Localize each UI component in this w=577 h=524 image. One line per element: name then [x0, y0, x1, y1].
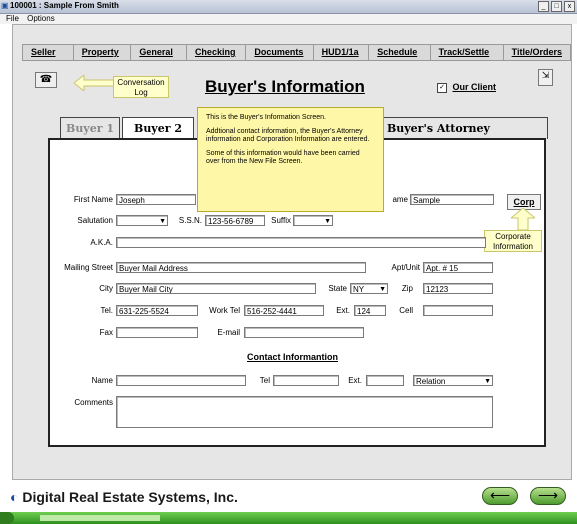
back-button[interactable]: ⟵: [482, 487, 518, 505]
state-label: State: [328, 284, 347, 293]
taskbar-item[interactable]: [40, 515, 160, 521]
minimize-button[interactable]: _: [538, 1, 549, 12]
apt-field[interactable]: Apt. # 15: [423, 262, 493, 273]
menu-options[interactable]: Options: [27, 14, 55, 23]
menu-file[interactable]: File: [6, 14, 19, 23]
callout-arrow-up: [511, 208, 535, 230]
work-tel-label: Work Tel: [209, 306, 240, 315]
last-name-field[interactable]: Sample: [410, 194, 494, 205]
tab-buyer-1[interactable]: Buyer 1: [60, 117, 120, 139]
ext-field[interactable]: 124: [354, 305, 386, 316]
mailing-street-field[interactable]: Buyer Mail Address: [116, 262, 366, 273]
last-name-label: ame: [392, 195, 408, 204]
tab-documents[interactable]: Documents: [246, 45, 314, 60]
email-field[interactable]: [244, 327, 364, 338]
mailing-street-label: Mailing Street: [64, 263, 113, 272]
contact-ext-label: Ext.: [348, 376, 362, 385]
first-name-field[interactable]: Joseph: [116, 194, 196, 205]
ext-label: Ext.: [336, 306, 350, 315]
contact-tel-label: Tel: [259, 376, 270, 385]
conversation-log-callout: Conversation Log: [113, 76, 169, 98]
relation-select[interactable]: Relation: [413, 375, 493, 386]
work-tel-field[interactable]: 516-252-4441: [244, 305, 324, 316]
tel-label: Tel.: [100, 306, 113, 315]
tab-buyers-attorney[interactable]: Buyer's Attorney: [380, 117, 548, 139]
menu-bar: File Options: [0, 14, 577, 24]
conversation-log-button[interactable]: ☎: [35, 72, 57, 88]
state-select[interactable]: NY: [350, 283, 388, 294]
title-bar: ▣ 100001 : Sample From Smith _ □ x: [0, 0, 577, 14]
arrow-left-icon: ⟵: [489, 487, 511, 503]
nav-tabs: Seller Property General Checking Documen…: [22, 44, 571, 61]
zip-label: Zip: [401, 284, 413, 293]
arrow-right-icon: ⟶: [537, 487, 559, 503]
email-label: E-mail: [217, 328, 240, 337]
window-title: 100001 : Sample From Smith: [10, 1, 119, 10]
company-logo: ◐ Digital Real Estate Systems, Inc.: [10, 489, 238, 505]
zip-field[interactable]: 12123: [423, 283, 493, 294]
first-name-label: First Name: [73, 195, 113, 204]
contact-tel-field[interactable]: [273, 375, 339, 386]
suffix-label: Suffix: [271, 216, 291, 225]
tooltip-line-2: Addtional contact information, the Buyer…: [206, 128, 370, 143]
tel-field[interactable]: 631-225-5524: [116, 305, 198, 316]
callout-arrow-left: [74, 75, 114, 91]
tab-schedule[interactable]: Schedule: [369, 45, 431, 60]
info-tooltip: This is the Buyer's Information Screen. …: [197, 107, 384, 212]
contact-heading: Contact Informantion: [247, 352, 338, 362]
our-client-checkbox[interactable]: ✓ Our Client: [437, 82, 496, 93]
exit-icon: ⇲: [541, 70, 550, 80]
fax-field[interactable]: [116, 327, 198, 338]
salutation-select[interactable]: [116, 215, 168, 226]
start-button[interactable]: [0, 512, 14, 524]
tab-seller[interactable]: Seller: [23, 45, 74, 60]
close-button[interactable]: x: [564, 1, 575, 12]
logo-icon: ◐: [10, 489, 19, 505]
apt-label: Apt/Unit: [391, 263, 420, 272]
tooltip-line-1: This is the Buyer's Information Screen.: [206, 114, 326, 121]
city-label: City: [99, 284, 113, 293]
ssn-label: S.S.N.: [178, 216, 202, 225]
checkbox-box[interactable]: ✓: [437, 82, 447, 93]
tab-general[interactable]: General: [131, 45, 187, 60]
phone-icon: ☎: [39, 74, 53, 85]
tab-title-orders[interactable]: Title/Orders: [504, 45, 570, 60]
cell-label: Cell: [399, 306, 413, 315]
forward-button[interactable]: ⟶: [530, 487, 566, 505]
maximize-button[interactable]: □: [551, 1, 562, 12]
exit-button[interactable]: ⇲: [538, 69, 553, 86]
window-controls: _ □ x: [538, 1, 575, 12]
corporate-callout: Corporate Information: [484, 230, 542, 252]
suffix-select[interactable]: [293, 215, 333, 226]
tab-track-settle[interactable]: Track/Settle: [431, 45, 504, 60]
fax-label: Fax: [99, 328, 113, 337]
page-title: Buyer's Information: [205, 77, 365, 96]
aka-label: A.K.A.: [90, 238, 113, 247]
cell-field[interactable]: [423, 305, 493, 316]
tab-checking[interactable]: Checking: [187, 45, 247, 60]
company-name: Digital Real Estate Systems, Inc.: [22, 489, 238, 505]
contact-ext-field[interactable]: [366, 375, 404, 386]
contact-name-field[interactable]: [116, 375, 246, 386]
comments-field[interactable]: [116, 396, 493, 428]
tab-property[interactable]: Property: [74, 45, 132, 60]
tooltip-line-3: Some of this information would have been…: [206, 150, 360, 165]
tab-buyer-2[interactable]: Buyer 2: [122, 117, 194, 139]
comments-label: Comments: [74, 398, 113, 407]
ssn-field[interactable]: 123-56-6789: [205, 215, 265, 226]
aka-field[interactable]: [116, 237, 486, 248]
contact-name-label: Name: [91, 376, 113, 385]
city-field[interactable]: Buyer Mail City: [116, 283, 316, 294]
our-client-label: Our Client: [452, 82, 497, 92]
app-icon: ▣: [1, 1, 9, 10]
tab-hud[interactable]: HUD1/1a: [314, 45, 370, 60]
salutation-label: Salutation: [77, 216, 113, 225]
